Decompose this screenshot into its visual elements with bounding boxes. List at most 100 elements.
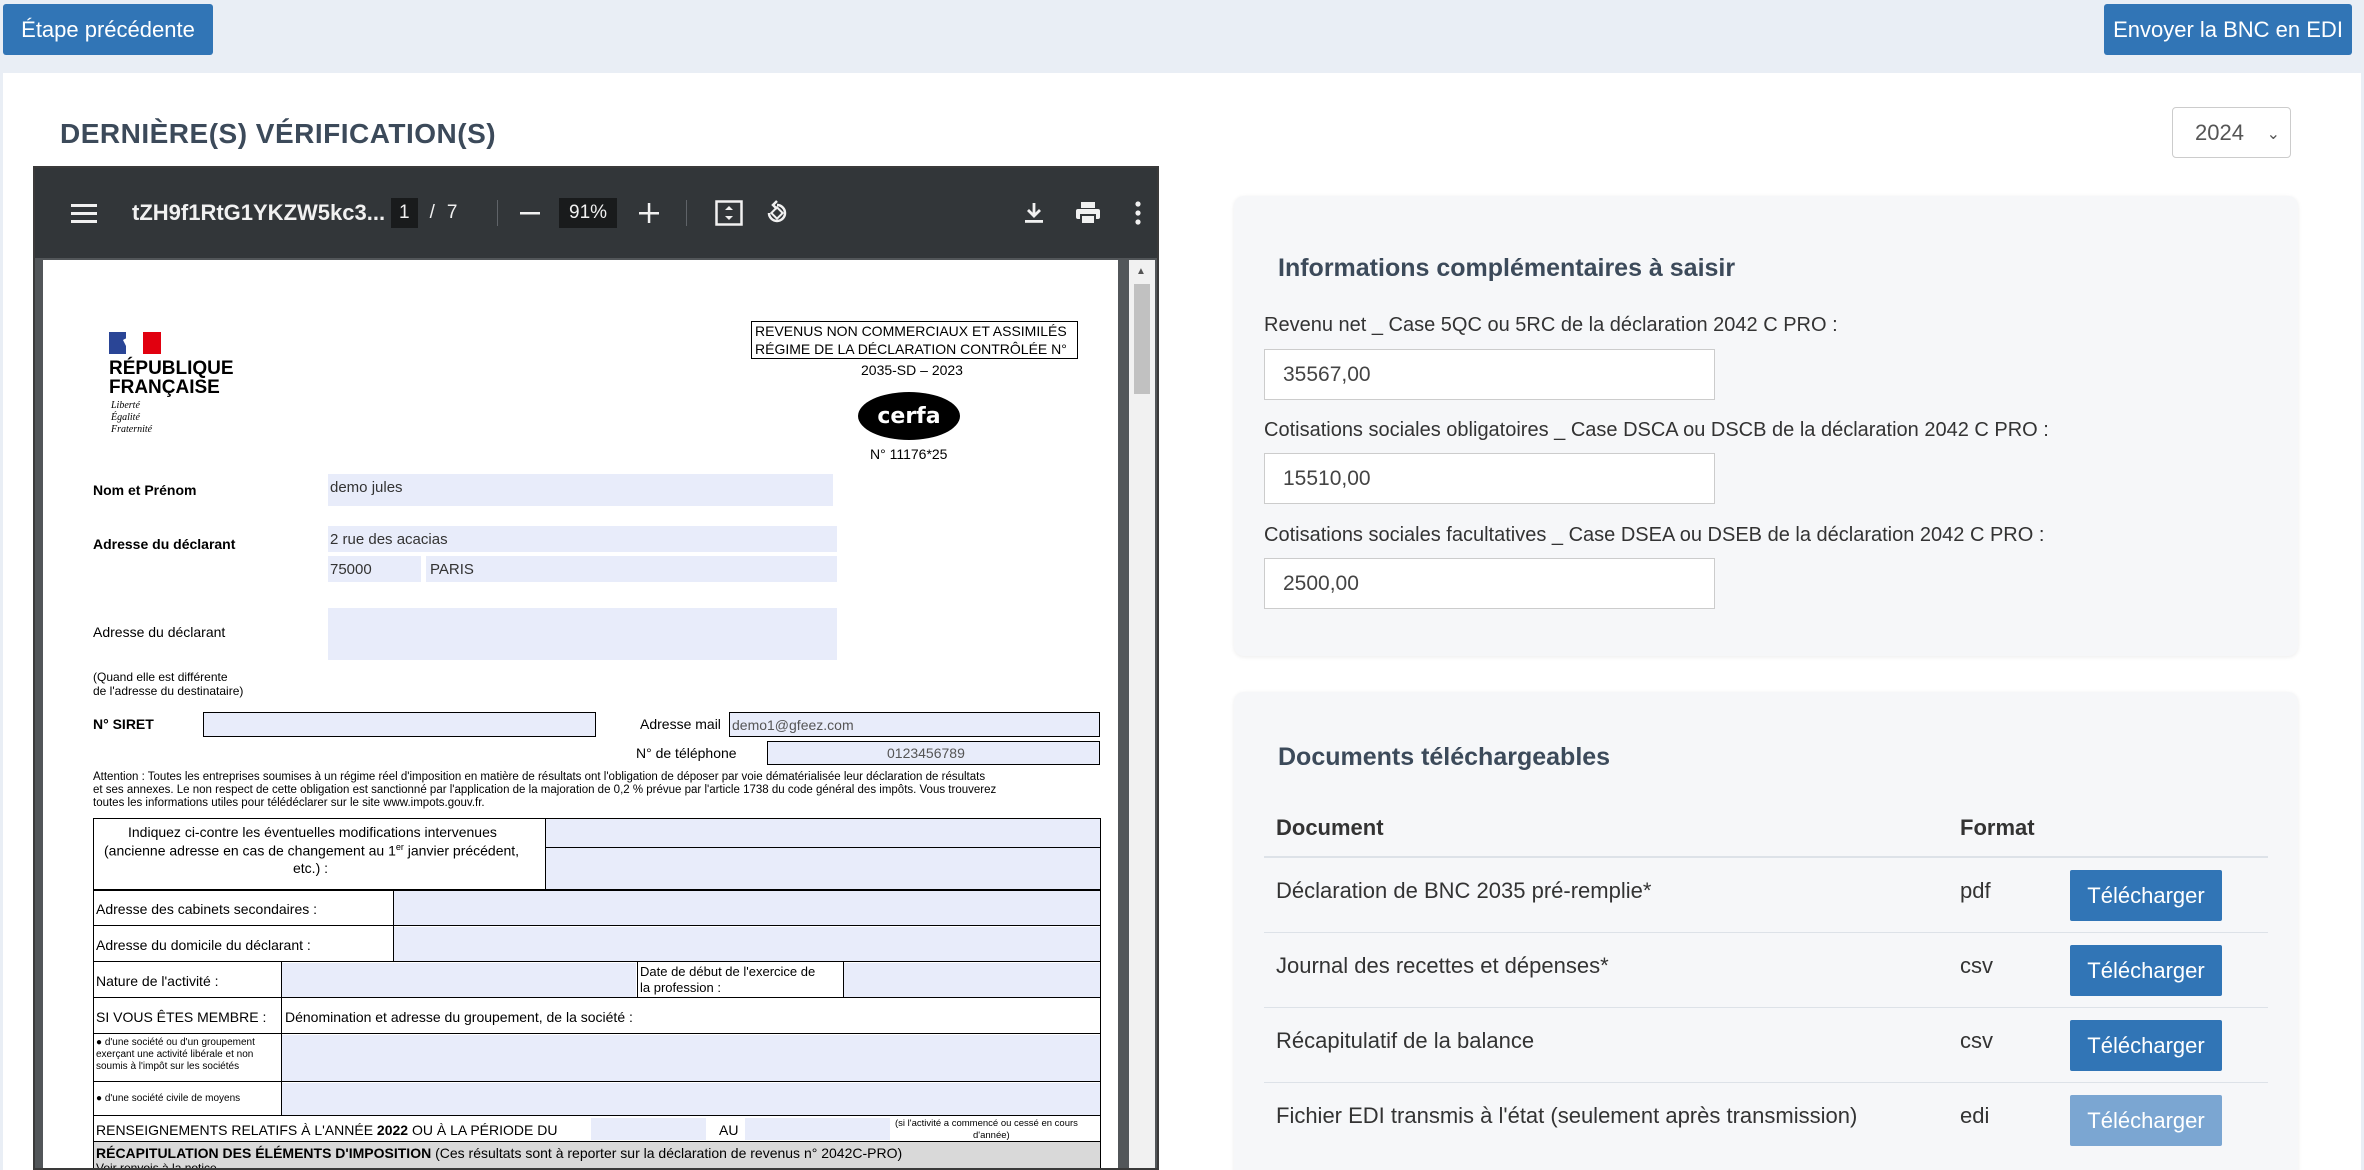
page-number-input[interactable]: 1	[391, 198, 418, 228]
address-city[interactable]: PARIS	[430, 561, 474, 579]
address-street[interactable]: 2 rue des acacias	[330, 531, 448, 549]
phone-label: N° de téléphone	[636, 745, 737, 761]
recap-title: RÉCAPITULATION DES ÉLÉMENTS D'IMPOSITION…	[96, 1145, 903, 1161]
year-select[interactable]: 2024 ⌄	[2172, 107, 2291, 158]
send-edi-button[interactable]: Envoyer la BNC en EDI	[2104, 4, 2352, 55]
zoom-level[interactable]: 91%	[559, 198, 618, 228]
societe2-field[interactable]	[282, 1083, 1100, 1115]
motto-egalite: Égalité	[111, 412, 140, 423]
page-separator: /	[429, 202, 435, 223]
field-label-revenu-net: Revenu net _ Case 5QC ou 5RC de la décla…	[1264, 314, 1838, 336]
more-options-icon[interactable]	[1135, 168, 1141, 258]
toolbar-divider	[686, 200, 687, 226]
document-format: csv	[1960, 953, 1993, 978]
date-debut-field[interactable]	[844, 963, 1100, 997]
document-name: Déclaration de BNC 2035 pré-remplie*	[1276, 878, 1652, 903]
rotate-icon[interactable]	[763, 168, 791, 258]
document-name: Récapitulatif de la balance	[1276, 1028, 1535, 1053]
document-format: edi	[1960, 1103, 1990, 1128]
document-format: csv	[1960, 1028, 1993, 1053]
download-button[interactable]: Télécharger	[2070, 870, 2222, 921]
toolbar-divider	[497, 200, 498, 226]
motto-fraternite: Fraternité	[111, 424, 153, 435]
column-header-document: Document	[1276, 815, 1384, 840]
fit-page-icon[interactable]	[715, 168, 743, 258]
pdf-toolbar: tZH9f1RtG1YKZW5kc3... 1 / 7 91%	[35, 168, 1157, 258]
siret-field[interactable]	[203, 712, 596, 737]
changes-field-1[interactable]	[546, 819, 1100, 847]
cabinets-field[interactable]	[394, 891, 1100, 925]
documents-card-title: Documents téléchargeables	[1278, 743, 1611, 771]
cotisations-obligatoires-input[interactable]: 15510,00	[1264, 453, 1715, 504]
changes-line3: etc.) :	[293, 860, 329, 876]
rf-line1: RÉPUBLIQUE	[109, 358, 234, 379]
form-header-line2: RÉGIME DE LA DÉCLARATION CONTRÔLÉE N°	[755, 341, 1067, 357]
cerfa-logo: cerfa	[858, 392, 960, 440]
revenu-net-input[interactable]: 35567,00	[1264, 349, 1715, 400]
name-value[interactable]: demo jules	[330, 479, 403, 497]
table-row: Déclaration de BNC 2035 pré-remplie* pdf…	[1264, 857, 2268, 932]
domicile-field[interactable]	[394, 927, 1100, 961]
societe2-label: ● d'une société civile de moyens	[96, 1093, 241, 1104]
print-icon[interactable]	[1075, 168, 1101, 258]
rf-line2: FRANÇAISE	[109, 377, 220, 398]
societe1-line1: ● d'une société ou d'un groupement	[96, 1037, 255, 1048]
download-button[interactable]: Télécharger	[2070, 1020, 2222, 1071]
address-zip[interactable]: 75000	[330, 561, 372, 579]
download-icon[interactable]	[1023, 168, 1045, 258]
zoom-out-icon[interactable]	[519, 168, 541, 258]
mail-label: Adresse mail	[640, 716, 721, 732]
nature-field[interactable]	[282, 963, 636, 997]
date-debut-line2: la profession :	[640, 980, 721, 995]
column-header-format: Format	[1960, 815, 2035, 840]
table-row: Fichier EDI transmis à l'état (seulement…	[1264, 1082, 2268, 1157]
societe1-line2: exerçant une activité libérale et non	[96, 1049, 254, 1060]
period-note2: d'année)	[973, 1130, 1010, 1141]
pdf-scrollbar[interactable]: ▲	[1129, 260, 1155, 1168]
page-title: DERNIÈRE(S) VÉRIFICATION(S)	[60, 118, 497, 149]
scroll-up-icon[interactable]: ▲	[1136, 266, 1146, 277]
nature-label: Nature de l'activité :	[96, 973, 219, 989]
renvois-note: Voir renvois à la notice	[96, 1161, 217, 1170]
period-start-field[interactable]	[591, 1118, 706, 1140]
download-button[interactable]: Télécharger	[2070, 945, 2222, 996]
domicile-label: Adresse du domicile du déclarant :	[96, 937, 311, 953]
pdf-filename: tZH9f1RtG1YKZW5kc3...	[132, 200, 386, 225]
cotisations-facultatives-input[interactable]: 2500,00	[1264, 558, 1715, 609]
form-code: 2035-SD – 2023	[861, 362, 963, 378]
download-button-disabled[interactable]: Télécharger	[2070, 1095, 2222, 1146]
membre-label: SI VOUS ÊTES MEMBRE :	[96, 1009, 267, 1025]
cerfa-logo-text: cerfa	[877, 403, 941, 429]
table-row: Récapitulatif de la balance csv Téléchar…	[1264, 1007, 2268, 1082]
name-label: Nom et Prénom	[93, 482, 197, 498]
address-label: Adresse du déclarant	[93, 536, 236, 552]
changes-line1: Indiquez ci-contre les éventuelles modif…	[128, 824, 497, 840]
renseignements-label: RENSEIGNEMENTS RELATIFS À L'ANNÉE 2022 O…	[96, 1122, 558, 1138]
year-select-value: 2024	[2195, 119, 2244, 145]
motto-liberte: Liberté	[111, 400, 140, 411]
attention-line2: et ses annexes. Le non respect de cette …	[93, 784, 997, 796]
societe1-line3: soumis à l'impôt sur les sociétés	[96, 1061, 240, 1072]
date-debut-line1: Date de début de l'exercice de	[640, 964, 816, 979]
chevron-down-icon: ⌄	[2266, 126, 2280, 143]
document-format: pdf	[1960, 878, 1991, 903]
address2-label: Adresse du déclarant	[93, 624, 226, 640]
societe1-field[interactable]	[282, 1035, 1100, 1081]
period-end-field[interactable]	[745, 1118, 890, 1140]
changes-line2: (ancienne adresse en cas de changement a…	[104, 842, 520, 859]
previous-step-button[interactable]: Étape précédente	[3, 4, 213, 55]
marianne-logo	[109, 332, 161, 354]
table-row: Journal des recettes et dépenses* csv Té…	[1264, 932, 2268, 1007]
scrollbar-thumb[interactable]	[1134, 284, 1150, 394]
page-total: 7	[446, 202, 458, 223]
field-label-cotisations-obligatoires: Cotisations sociales obligatoires _ Case…	[1264, 419, 2049, 441]
menu-icon[interactable]	[71, 168, 97, 258]
info-card-title: Informations complémentaires à saisir	[1278, 254, 1736, 282]
address2-field[interactable]	[328, 608, 837, 660]
cerfa-number: N° 11176*25	[870, 446, 948, 462]
pdf-viewer[interactable]: tZH9f1RtG1YKZW5kc3... 1 / 7 91% RÉPUBLIQ…	[33, 166, 1159, 1170]
changes-field-2[interactable]	[546, 848, 1100, 889]
pdf-page: RÉPUBLIQUE FRANÇAISE Liberté Égalité Fra…	[43, 260, 1118, 1170]
period-au-label: AU	[719, 1122, 739, 1138]
zoom-in-icon[interactable]	[638, 168, 660, 258]
